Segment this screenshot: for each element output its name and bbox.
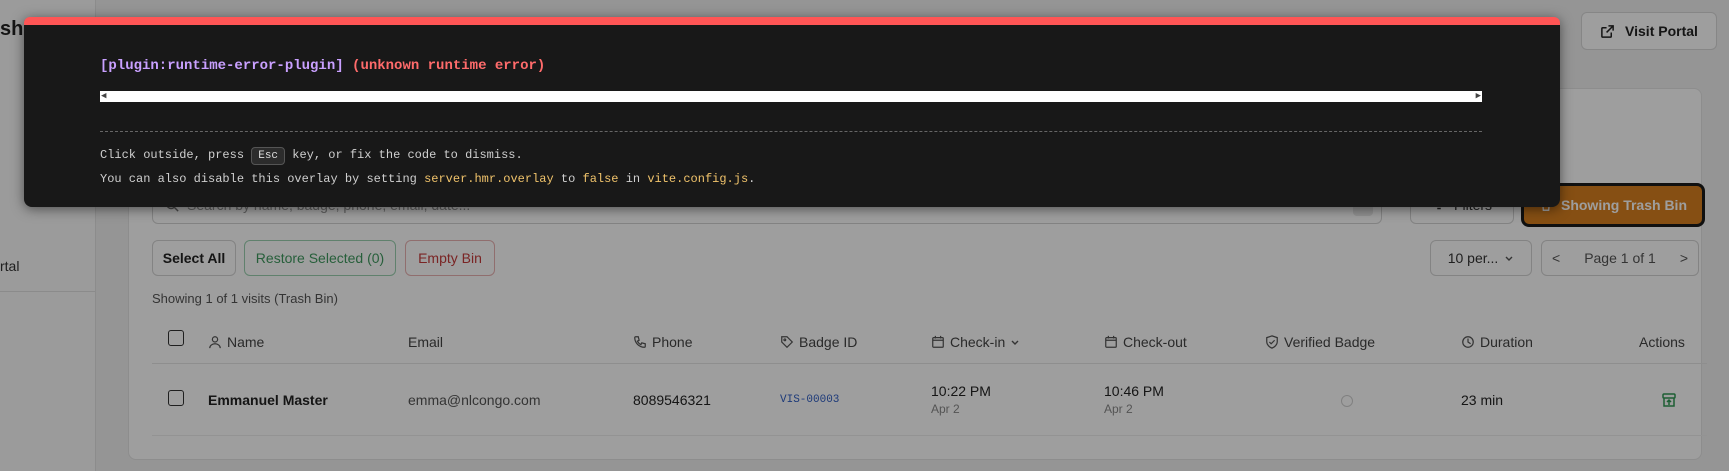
error-frame-scrollbar[interactable]: ◀ ▶ [100, 91, 1482, 102]
overlay-divider [100, 131, 1482, 132]
tip1-text: Click outside, press [100, 148, 252, 162]
esc-key-badge: Esc [251, 147, 286, 165]
tip2-mid2: in [618, 172, 648, 186]
tip2-text: You can also disable this overlay by set… [100, 172, 425, 186]
config-value: false [582, 172, 619, 186]
dismiss-tip: Click outside, press Esc key, or fix the… [100, 147, 523, 165]
config-file: vite.config.js [647, 172, 749, 186]
tip2-tail: . [748, 172, 756, 186]
error-plugin-name: [plugin:runtime-error-plugin] [100, 58, 344, 74]
tip2-mid1: to [553, 172, 583, 186]
disable-overlay-tip: You can also disable this overlay by set… [100, 172, 755, 186]
config-key: server.hmr.overlay [424, 172, 554, 186]
scroll-right-icon[interactable]: ▶ [1476, 91, 1481, 102]
error-text: (unknown runtime error) [352, 58, 546, 74]
error-message: [plugin:runtime-error-plugin] (unknown r… [100, 58, 545, 74]
tip1-tail: key, or fix the code to dismiss. [285, 148, 523, 162]
error-overlay: [plugin:runtime-error-plugin] (unknown r… [24, 17, 1560, 207]
scroll-left-icon[interactable]: ◀ [101, 91, 106, 102]
